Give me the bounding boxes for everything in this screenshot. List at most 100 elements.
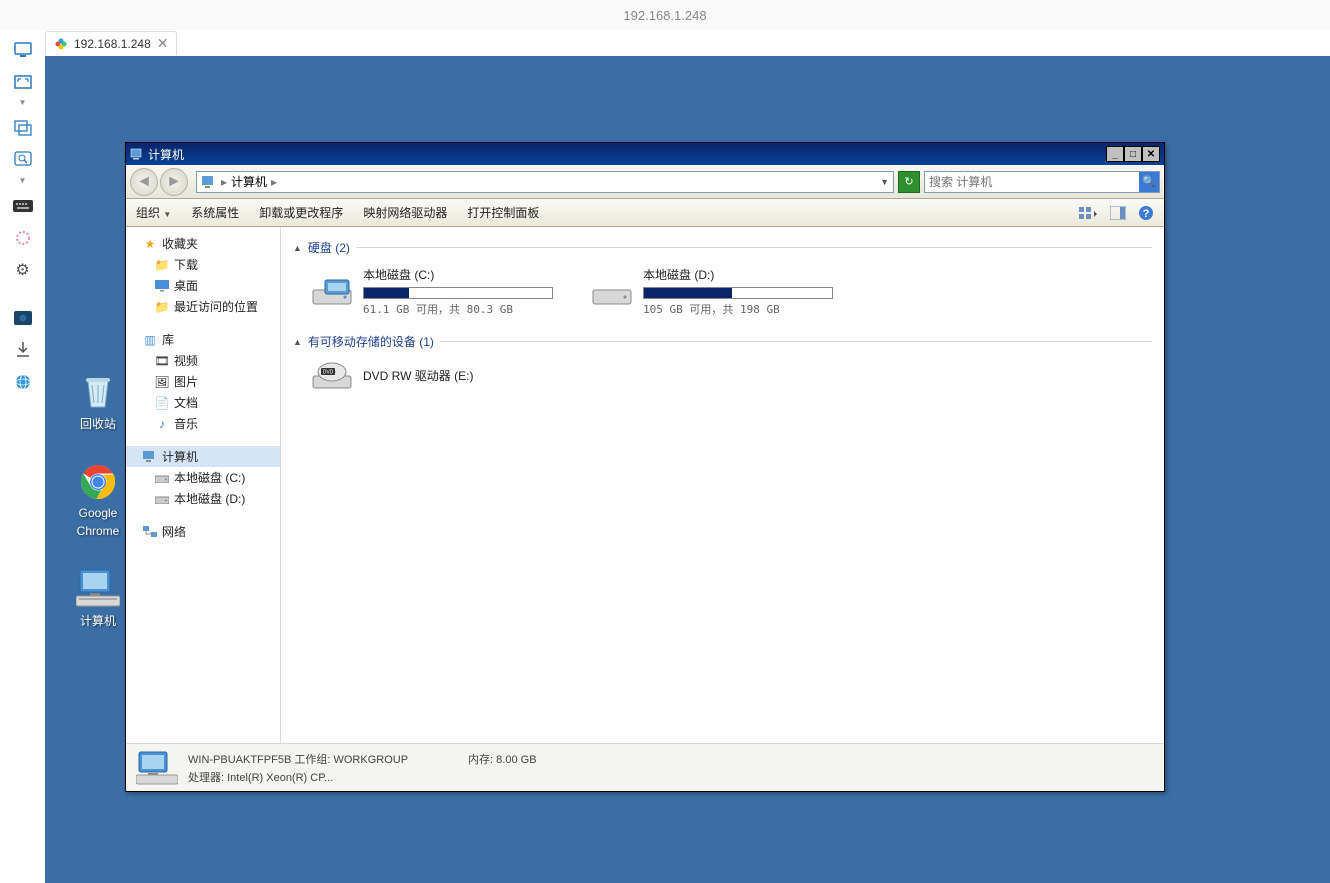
system-properties-button[interactable]: 系统属性 (191, 204, 239, 221)
nav-pictures[interactable]: 🖼图片 (126, 371, 280, 392)
windows-icon[interactable] (12, 118, 34, 138)
preview-pane-button[interactable] (1110, 206, 1126, 220)
hdd-icon (591, 276, 633, 308)
group-removable-label: 有可移动存储的设备 (1) (308, 333, 434, 350)
close-button[interactable]: ✕ (1142, 146, 1160, 162)
svg-text:DVD: DVD (323, 370, 334, 376)
nav-pane: ★收藏夹 📁下载 桌面 📁最近访问的位置 ▥库 🎞视频 🖼图片 📄文档 ♪音乐 … (126, 227, 281, 743)
dropdown-icon[interactable]: ▼ (19, 98, 27, 106)
help-button[interactable]: ? (1138, 205, 1154, 221)
session-tab-label: 192.168.1.248 (74, 37, 151, 51)
drive-dvd[interactable]: DVD DVD RW 驱动器 (E:) (311, 360, 551, 392)
recycle-bin-label: 回收站 (80, 415, 116, 432)
drive-c[interactable]: 本地磁盘 (C:) 61.1 GB 可用，共 80.3 GB (311, 266, 551, 317)
nav-recent[interactable]: 📁最近访问的位置 (126, 296, 280, 317)
chrome-label-2: Chrome (77, 524, 120, 538)
nav-music[interactable]: ♪音乐 (126, 413, 280, 434)
nav-computer[interactable]: 计算机 (126, 446, 280, 467)
session-tab[interactable]: 192.168.1.248 ✕ (45, 31, 177, 55)
memory-value: 8.00 GB (496, 754, 536, 766)
group-hdd-label: 硬盘 (2) (308, 239, 350, 256)
search-button[interactable]: 🔍 (1139, 172, 1159, 192)
dropdown-icon-2[interactable]: ▼ (19, 176, 27, 184)
close-tab-icon[interactable]: ✕ (157, 35, 169, 52)
drive-dvd-name: DVD RW 驱动器 (E:) (363, 367, 551, 384)
desktop-icons: 回收站 Google Chrome 计算机 (63, 371, 133, 629)
drive-c-stats: 61.1 GB 可用，共 80.3 GB (363, 301, 553, 317)
address-icon (201, 175, 217, 189)
session-icon (54, 37, 68, 51)
document-icon: 📄 (154, 395, 170, 411)
nav-libraries[interactable]: ▥库 (126, 329, 280, 350)
explorer-window: 计算机 _ □ ✕ ◄ ► ▸ 计算机 ▸ ▼ ↻ (125, 142, 1165, 792)
collapse-icon: ▲ (293, 337, 302, 347)
search-box[interactable]: 🔍 (924, 171, 1160, 193)
refresh-button[interactable]: ↻ (898, 171, 920, 193)
forward-button[interactable]: ► (160, 168, 188, 196)
computer-large-icon (136, 750, 178, 786)
drive-c-name: 本地磁盘 (C:) (363, 266, 553, 283)
recent-icon: 📁 (154, 299, 170, 315)
recycle-bin[interactable]: 回收站 (63, 371, 133, 432)
keyboard-icon[interactable] (12, 196, 34, 216)
nav-desktop[interactable]: 桌面 (126, 275, 280, 296)
address-dropdown-icon[interactable]: ▼ (880, 177, 889, 187)
monitor-icon[interactable] (12, 40, 34, 60)
music-icon: ♪ (154, 416, 170, 432)
fullscreen-icon[interactable] (12, 72, 34, 92)
nav-favorites[interactable]: ★收藏夹 (126, 233, 280, 254)
nav-network[interactable]: 网络 (126, 521, 280, 542)
host-sidebar: ▼ ▼ ⚙ (0, 30, 45, 883)
window-title: 计算机 (148, 146, 184, 163)
nav-drive-d[interactable]: 本地磁盘 (D:) (126, 488, 280, 509)
session-tab-bar: 192.168.1.248 ✕ (45, 30, 1330, 56)
group-removable[interactable]: ▲ 有可移动存储的设备 (1) (293, 329, 1152, 354)
window-controls: _ □ ✕ (1106, 146, 1160, 162)
cpu-value: Intel(R) Xeon(R) CP... (227, 772, 333, 784)
desktop-icon (154, 278, 170, 294)
cpu-label: 处理器: (188, 772, 224, 784)
details-pane: WIN-PBUAKTFPF5B 工作组: WORKGROUP 内存: 8.00 … (126, 743, 1164, 791)
view-button[interactable] (1078, 206, 1098, 220)
nav-drive-c[interactable]: 本地磁盘 (C:) (126, 467, 280, 488)
computer-desktop[interactable]: 计算机 (63, 568, 133, 629)
hdd-icon (311, 276, 353, 308)
map-drive-button[interactable]: 映射网络驱动器 (363, 204, 447, 221)
video-icon: 🎞 (154, 353, 170, 369)
address-text: 计算机 (231, 173, 267, 190)
globe-icon[interactable] (12, 372, 34, 392)
host-titlebar: 192.168.1.248 (0, 0, 1330, 30)
drive-icon (154, 470, 170, 486)
chrome-label-1: Google (79, 506, 118, 520)
nav-videos[interactable]: 🎞视频 (126, 350, 280, 371)
settings-icon[interactable]: ⚙ (12, 260, 34, 280)
magnify-icon[interactable] (12, 150, 34, 170)
group-hdd[interactable]: ▲ 硬盘 (2) (293, 235, 1152, 260)
library-icon: ▥ (142, 332, 158, 348)
nav-documents[interactable]: 📄文档 (126, 392, 280, 413)
organize-menu[interactable]: 组织 ▼ (136, 204, 171, 221)
address-bar[interactable]: ▸ 计算机 ▸ ▼ (196, 171, 894, 193)
toolbar: 组织 ▼ 系统属性 卸载或更改程序 映射网络驱动器 打开控制面板 ? (126, 199, 1164, 227)
content-pane: ▲ 硬盘 (2) 本地磁盘 (C:) 61.1 GB 可用，共 80.3 GB (281, 227, 1164, 743)
record-icon[interactable] (12, 228, 34, 248)
camera-icon[interactable] (12, 308, 34, 328)
maximize-button[interactable]: □ (1124, 146, 1142, 162)
minimize-button[interactable]: _ (1106, 146, 1124, 162)
download-icon[interactable] (12, 340, 34, 360)
workgroup-value: WORKGROUP (333, 754, 408, 766)
drive-d[interactable]: 本地磁盘 (D:) 105 GB 可用，共 198 GB (591, 266, 831, 317)
nav-bar: ◄ ► ▸ 计算机 ▸ ▼ ↻ 🔍 (126, 165, 1164, 199)
window-icon (130, 148, 144, 160)
uninstall-button[interactable]: 卸载或更改程序 (259, 204, 343, 221)
window-titlebar[interactable]: 计算机 _ □ ✕ (126, 143, 1164, 165)
drive-d-bar (643, 287, 833, 299)
explorer-body: ★收藏夹 📁下载 桌面 📁最近访问的位置 ▥库 🎞视频 🖼图片 📄文档 ♪音乐 … (126, 227, 1164, 743)
host-title-text: 192.168.1.248 (623, 8, 706, 23)
chrome[interactable]: Google Chrome (63, 462, 133, 538)
back-button[interactable]: ◄ (130, 168, 158, 196)
search-input[interactable] (925, 175, 1139, 189)
control-panel-button[interactable]: 打开控制面板 (467, 204, 539, 221)
computer-icon (142, 449, 158, 465)
nav-downloads[interactable]: 📁下载 (126, 254, 280, 275)
